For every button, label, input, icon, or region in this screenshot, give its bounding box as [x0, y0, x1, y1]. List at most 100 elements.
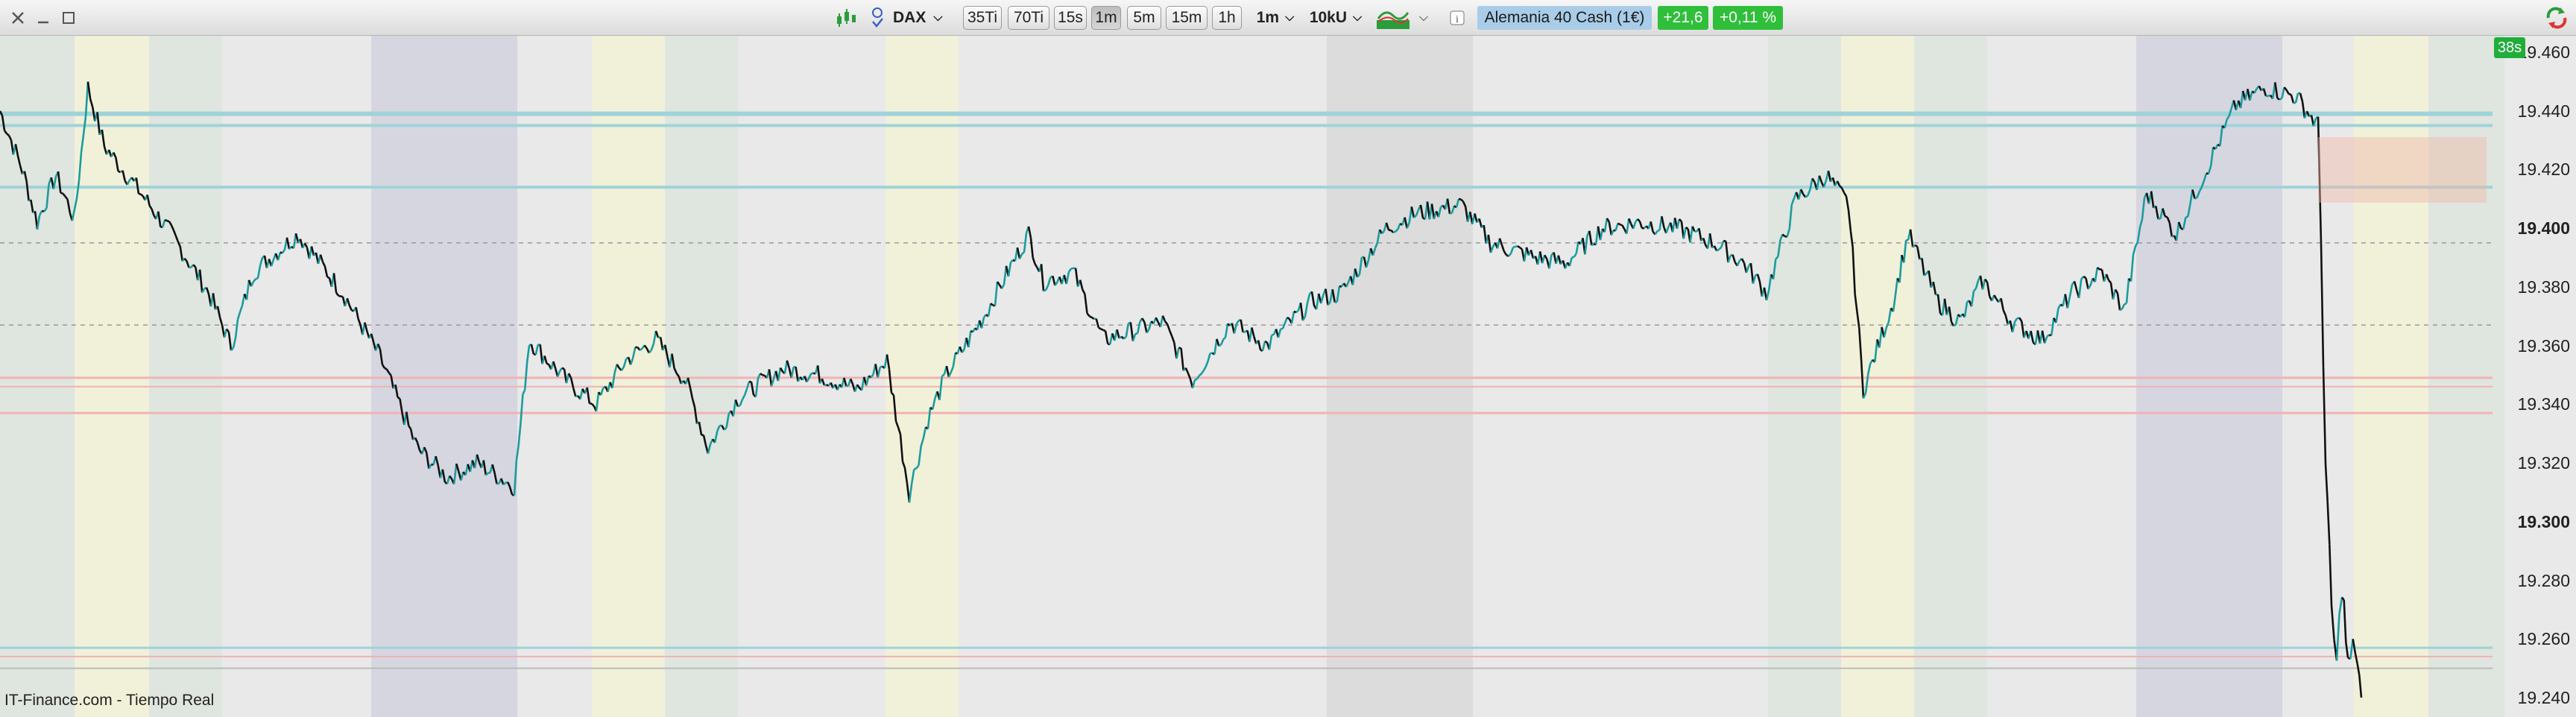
- price-segment: [1519, 247, 1523, 250]
- y-tick: 19.400: [2517, 218, 2570, 239]
- price-segment: [2185, 215, 2188, 218]
- price-segment: [762, 373, 765, 377]
- price-segment: [164, 218, 168, 222]
- price-segment: [2288, 93, 2292, 96]
- price-segment: [1571, 256, 1575, 259]
- price-segment: [639, 347, 643, 351]
- symbol-dropdown[interactable]: DAX ⌵: [893, 6, 956, 30]
- y-tick: 19.380: [2517, 277, 2570, 297]
- symbol-label: DAX: [893, 9, 926, 26]
- price-segment: [1021, 251, 1025, 255]
- change-points-badge: +21,6: [1658, 6, 1708, 30]
- price-segment: [1043, 289, 1046, 292]
- data-source-label: IT-Finance.com - Tiempo Real: [4, 692, 215, 709]
- price-segment: [1685, 226, 1689, 230]
- price-segment: [338, 294, 341, 297]
- session-band: [592, 36, 665, 717]
- timeframe-15s-button[interactable]: 15s: [1054, 6, 1087, 30]
- price-segment: [1449, 212, 1453, 215]
- y-tick: 19.440: [2517, 101, 2570, 121]
- timeframe-1m-button[interactable]: 1m: [1091, 6, 1121, 30]
- candle-timer: 38s: [2494, 37, 2525, 58]
- y-tick: 19.320: [2517, 453, 2570, 473]
- session-band: [1841, 36, 1914, 717]
- session-band: [1768, 36, 1841, 717]
- resistance-zone: [2318, 137, 2487, 203]
- volume-dropdown[interactable]: 10kU ⌵: [1306, 6, 1366, 30]
- price-segment: [1264, 340, 1268, 344]
- chevron-down-icon: ⌵: [933, 11, 943, 24]
- price-segment: [1591, 243, 1594, 247]
- session-band: [75, 36, 149, 717]
- session-band: [2136, 36, 2282, 717]
- price-segment: [1088, 315, 1093, 318]
- y-tick: 19.420: [2517, 159, 2570, 180]
- price-segment: [2293, 101, 2296, 104]
- timeframe-5m-button[interactable]: 5m: [1127, 6, 1161, 30]
- instrument-badge[interactable]: Alemania 40 Cash (1€): [1477, 6, 1652, 30]
- tick-35-button[interactable]: 35Ti: [963, 6, 1002, 30]
- info-icon[interactable]: i: [1448, 6, 1467, 30]
- price-segment: [384, 367, 388, 370]
- price-segment: [255, 277, 259, 280]
- price-segment: [1090, 316, 1095, 320]
- price-segment: [1098, 326, 1102, 330]
- change-percent-badge: +0,11 %: [1713, 6, 1783, 30]
- minimize-icon[interactable]: [33, 6, 54, 30]
- timeframe-15m-button[interactable]: 15m: [1166, 6, 1208, 30]
- price-segment: [1100, 328, 1104, 332]
- y-tick: 19.280: [2517, 570, 2570, 590]
- price-segment: [397, 396, 401, 400]
- price-segment: [2276, 97, 2281, 101]
- price-segment: [1620, 224, 1623, 227]
- refresh-icon[interactable]: [2542, 6, 2572, 30]
- price-segment: [1657, 229, 1660, 233]
- chevron-down-icon: ⌵: [1353, 11, 1363, 24]
- svg-text:i: i: [1456, 14, 1459, 25]
- price-segment: [502, 481, 507, 486]
- session-band: [1327, 36, 1473, 717]
- close-icon[interactable]: [7, 6, 28, 30]
- price-segment: [1914, 244, 1918, 247]
- price-segment: [2124, 302, 2127, 306]
- maximize-icon[interactable]: [58, 6, 79, 30]
- session-band: [665, 36, 738, 717]
- price-segment: [1287, 316, 1290, 320]
- price-segment: [1134, 332, 1138, 335]
- price-segment: [760, 373, 763, 376]
- timeframe-1h-button[interactable]: 1h: [1212, 6, 1242, 30]
- price-segment: [1070, 267, 1074, 270]
- settings-check-icon[interactable]: [868, 6, 887, 30]
- session-band: [149, 36, 222, 717]
- y-tick: 19.460: [2517, 42, 2570, 62]
- price-segment: [2083, 275, 2087, 279]
- price-segment: [60, 192, 63, 195]
- session-band: [1914, 36, 1987, 717]
- price-segment: [737, 404, 741, 408]
- toolbar: DAX ⌵ 35Ti 70Ti 15s 1m 5m 15m 1h 1m ⌵ 10…: [0, 0, 2576, 36]
- y-tick: 19.340: [2517, 394, 2570, 414]
- y-tick: 19.300: [2517, 511, 2570, 531]
- price-segment: [1178, 347, 1181, 350]
- price-segment: [326, 276, 330, 279]
- candlestick-icon[interactable]: [833, 6, 859, 30]
- indicator-chart-icon[interactable]: [1374, 6, 1412, 30]
- tick-70-button[interactable]: 70Ti: [1008, 6, 1049, 30]
- price-segment: [1805, 195, 1809, 198]
- interval-dropdown[interactable]: 1m ⌵: [1251, 6, 1300, 30]
- price-segment: [1218, 344, 1222, 347]
- y-tick: 19.240: [2517, 688, 2570, 707]
- price-chart[interactable]: [0, 36, 2576, 717]
- price-segment: [1953, 323, 1957, 327]
- price-segment: [1716, 248, 1720, 252]
- chevron-down-icon: ⌵: [1285, 11, 1295, 24]
- price-segment: [2279, 97, 2283, 101]
- price-segment: [2165, 215, 2168, 218]
- price-segment: [990, 303, 994, 306]
- chevron-down-icon[interactable]: ⌵: [1415, 6, 1433, 30]
- price-segment: [1515, 244, 1518, 248]
- session-band: [886, 36, 959, 717]
- price-segment: [2194, 196, 2198, 200]
- price-segment: [810, 372, 814, 375]
- price-segment: [1392, 230, 1396, 234]
